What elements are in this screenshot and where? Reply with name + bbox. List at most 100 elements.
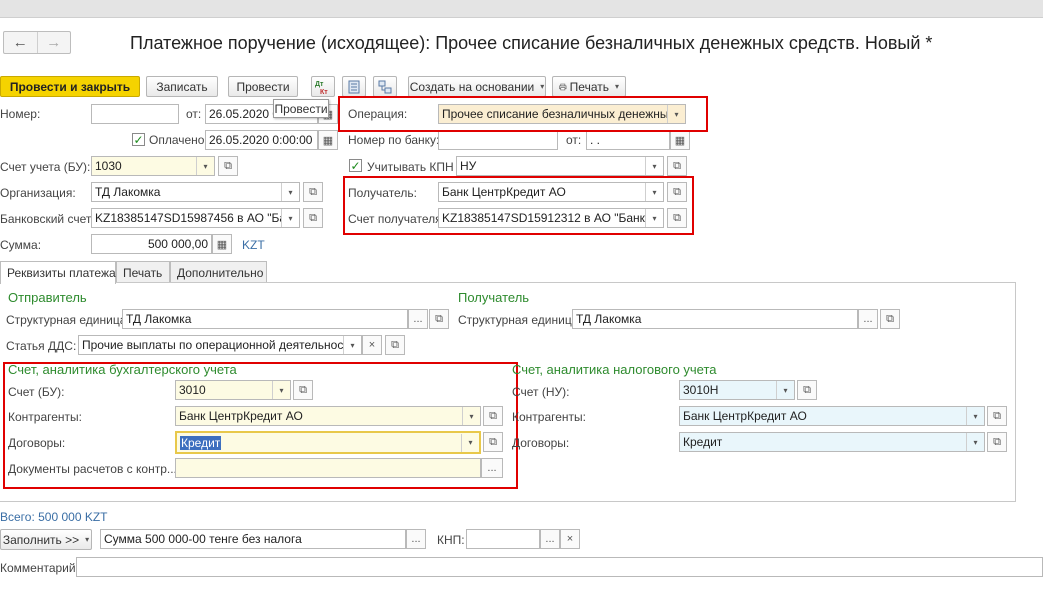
accounting-counterparty-select[interactable]: Банк ЦентрКредит АО ▾ bbox=[175, 406, 481, 426]
chevron-down-icon[interactable]: ▾ bbox=[343, 336, 361, 354]
number-label: Номер: bbox=[0, 107, 41, 121]
chevron-down-icon[interactable]: ▾ bbox=[966, 407, 984, 425]
fill-button[interactable]: Заполнить >> ▾ bbox=[0, 529, 92, 550]
print-label: Печать bbox=[569, 79, 609, 94]
sum-input[interactable]: 500 000,00 bbox=[91, 234, 212, 254]
tax-counterparty-select[interactable]: Банк ЦентрКредит АО ▾ bbox=[679, 406, 985, 426]
kpn-select[interactable]: НУ ▾ bbox=[456, 156, 664, 176]
open-icon[interactable]: ⧉ bbox=[483, 406, 503, 426]
open-icon[interactable]: ⧉ bbox=[385, 335, 405, 355]
kpn-label: Учитывать КПН bbox=[367, 160, 454, 174]
chevron-down-icon[interactable]: ▾ bbox=[281, 183, 299, 201]
paid-date-input[interactable]: 26.05.2020 0:00:00 bbox=[205, 130, 318, 150]
accounting-heading: Счет, аналитика бухгалтерского учета bbox=[8, 362, 237, 377]
open-icon[interactable]: ⧉ bbox=[293, 380, 313, 400]
bank-account-select[interactable]: KZ18385147SD15987456 в АО "Банк ▾ bbox=[91, 208, 300, 228]
accounting-account-label: Счет (БУ): bbox=[8, 385, 65, 399]
chevron-down-icon[interactable]: ▾ bbox=[645, 157, 663, 175]
window-caption-bar bbox=[0, 0, 1043, 18]
chevron-down-icon[interactable]: ▾ bbox=[462, 407, 480, 425]
open-icon[interactable]: ⧉ bbox=[880, 309, 900, 329]
sum-label: Сумма: bbox=[0, 238, 42, 252]
chevron-down-icon[interactable]: ▾ bbox=[966, 433, 984, 451]
tax-account-select[interactable]: 3010Н ▾ bbox=[679, 380, 795, 400]
structure-icon[interactable] bbox=[373, 76, 397, 97]
sender-heading: Отправитель bbox=[8, 290, 87, 305]
paid-label: Оплачено bbox=[149, 133, 205, 147]
create-based-on-button[interactable]: Создать на основании ▾ bbox=[408, 76, 546, 97]
number-input[interactable] bbox=[91, 104, 179, 124]
dds-select[interactable]: Прочие выплаты по операционной деятельно… bbox=[78, 335, 362, 355]
knp-input[interactable] bbox=[466, 529, 540, 549]
calendar-icon[interactable]: ▦ bbox=[318, 130, 338, 150]
chevron-down-icon[interactable]: ▾ bbox=[461, 433, 479, 452]
open-icon[interactable]: ⧉ bbox=[987, 406, 1007, 426]
calculator-icon[interactable]: ▦ bbox=[212, 234, 232, 254]
org-label: Организация: bbox=[0, 186, 76, 200]
receiver-unit-select[interactable]: ТД Лакомка bbox=[572, 309, 858, 329]
printer-icon bbox=[559, 83, 567, 90]
chevron-down-icon[interactable]: ▾ bbox=[281, 209, 299, 227]
kpn-checkbox[interactable]: ✓ bbox=[349, 159, 362, 172]
tax-contract-select[interactable]: Кредит ▾ bbox=[679, 432, 985, 452]
open-icon[interactable]: ⧉ bbox=[303, 208, 323, 228]
paid-checkbox[interactable]: ✓ bbox=[132, 133, 145, 146]
from-label: от: bbox=[186, 107, 202, 121]
settlement-docs-input[interactable] bbox=[175, 458, 481, 478]
ellipsis-icon[interactable]: ... bbox=[858, 309, 878, 329]
tab-print[interactable]: Печать bbox=[116, 261, 170, 283]
knp-label: КНП: bbox=[437, 533, 465, 547]
svg-text:Дт: Дт bbox=[315, 81, 324, 88]
accounting-contract-select[interactable]: Кредит ▾ bbox=[175, 431, 481, 454]
clear-icon[interactable]: × bbox=[362, 335, 382, 355]
account-bu-label: Счет учета (БУ): bbox=[0, 160, 91, 174]
ellipsis-icon[interactable]: ... bbox=[408, 309, 428, 329]
bank-from-label: от: bbox=[566, 133, 582, 147]
highlight-operation bbox=[338, 96, 708, 132]
sender-unit-select[interactable]: ТД Лакомка bbox=[122, 309, 408, 329]
chevron-down-icon[interactable]: ▾ bbox=[272, 381, 290, 399]
ellipsis-icon[interactable]: ... bbox=[540, 529, 560, 549]
chevron-down-icon[interactable]: ▾ bbox=[776, 381, 794, 399]
nav-buttons: ← → bbox=[3, 31, 71, 54]
calendar-icon[interactable]: ▦ bbox=[670, 130, 690, 150]
report-icon[interactable] bbox=[342, 76, 366, 97]
open-icon[interactable]: ⧉ bbox=[667, 156, 687, 176]
tooltip-post: Провести bbox=[273, 99, 329, 118]
save-button[interactable]: Записать bbox=[146, 76, 218, 97]
print-button[interactable]: Печать ▾ bbox=[552, 76, 626, 97]
clear-icon[interactable]: × bbox=[560, 529, 580, 549]
ellipsis-icon[interactable]: ... bbox=[406, 529, 426, 549]
svg-text:Кт: Кт bbox=[320, 89, 328, 95]
tax-heading: Счет, аналитика налогового учета bbox=[512, 362, 717, 377]
back-arrow-icon[interactable]: ← bbox=[4, 32, 37, 53]
chevron-down-icon[interactable]: ▾ bbox=[196, 157, 214, 175]
bank-account-label: Банковский счет: bbox=[0, 212, 95, 226]
open-icon[interactable]: ⧉ bbox=[303, 182, 323, 202]
tab-payment-details[interactable]: Реквизиты платежа bbox=[0, 261, 116, 284]
total-label: Всего: 500 000 KZT bbox=[0, 510, 108, 524]
ellipsis-icon[interactable]: ... bbox=[481, 458, 503, 478]
forward-arrow-icon[interactable]: → bbox=[36, 32, 71, 53]
dt-kt-icon[interactable]: Дт Кт bbox=[311, 76, 335, 97]
open-icon[interactable]: ⧉ bbox=[797, 380, 817, 400]
open-icon[interactable]: ⧉ bbox=[218, 156, 238, 176]
bank-date-input[interactable]: . . bbox=[586, 130, 670, 150]
org-select[interactable]: ТД Лакомка ▾ bbox=[91, 182, 300, 202]
payment-purpose-input[interactable]: Сумма 500 000-00 тенге без налога bbox=[100, 529, 406, 549]
post-button[interactable]: Провести bbox=[228, 76, 298, 97]
tab-additional[interactable]: Дополнительно bbox=[170, 261, 267, 283]
open-icon[interactable]: ⧉ bbox=[483, 432, 503, 452]
comment-input[interactable] bbox=[76, 557, 1043, 577]
create-based-on-label: Создать на основании bbox=[409, 79, 535, 94]
chevron-down-icon: ▾ bbox=[614, 82, 619, 91]
account-bu-select[interactable]: 1030 ▾ bbox=[91, 156, 215, 176]
fill-label: Заполнить >> bbox=[2, 532, 80, 547]
accounting-account-select[interactable]: 3010 ▾ bbox=[175, 380, 291, 400]
bank-number-input[interactable] bbox=[438, 130, 558, 150]
bank-number-label: Номер по банку: bbox=[348, 133, 440, 147]
open-icon[interactable]: ⧉ bbox=[429, 309, 449, 329]
post-and-close-button[interactable]: Провести и закрыть bbox=[0, 76, 140, 97]
comment-label: Комментарий: bbox=[0, 561, 79, 575]
open-icon[interactable]: ⧉ bbox=[987, 432, 1007, 452]
